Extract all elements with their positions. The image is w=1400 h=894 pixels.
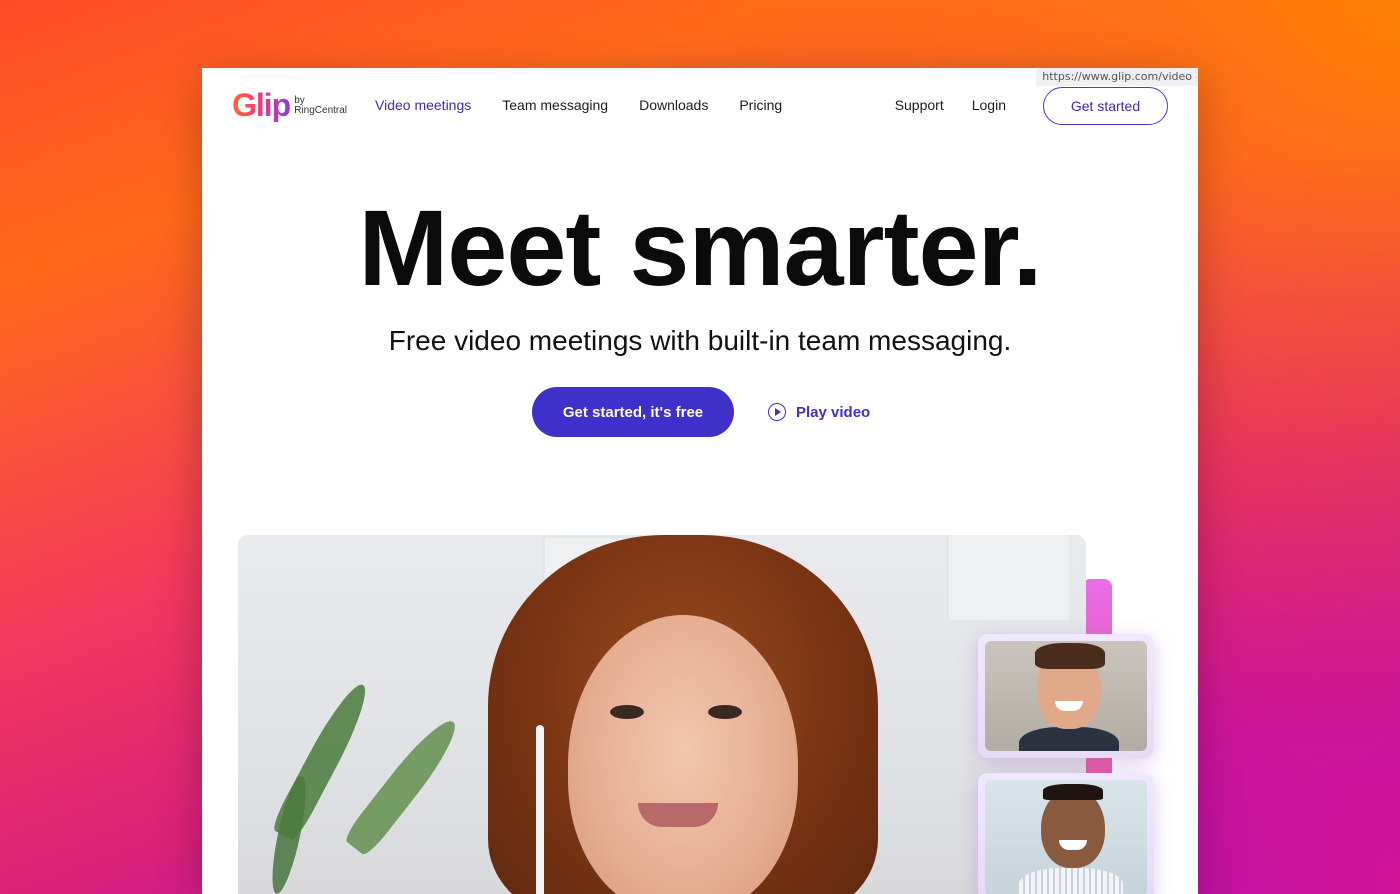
participant-head bbox=[1041, 788, 1105, 868]
hero-title: Meet smarter. bbox=[358, 187, 1042, 308]
participant-thumbnail bbox=[978, 634, 1154, 758]
play-circle-icon bbox=[768, 403, 786, 421]
nav-link-pricing[interactable]: Pricing bbox=[739, 97, 782, 113]
logo-byline: by RingCentral bbox=[294, 96, 347, 116]
nav-links: Video meetings Team messaging Downloads … bbox=[375, 97, 782, 113]
participant-eye bbox=[708, 705, 742, 719]
earbud-cable bbox=[536, 725, 544, 894]
nav-link-login[interactable]: Login bbox=[972, 97, 1006, 113]
play-video-link[interactable]: Play video bbox=[768, 403, 870, 421]
wall-frame bbox=[946, 535, 1072, 623]
participant-hair bbox=[1043, 784, 1103, 800]
nav-get-started-button[interactable]: Get started bbox=[1043, 87, 1168, 125]
participant-eye bbox=[610, 705, 644, 719]
hero-subtitle: Free video meetings with built-in team m… bbox=[388, 325, 1012, 356]
thumbnail-image bbox=[985, 641, 1147, 751]
nav-right-links: Support Login bbox=[895, 97, 1006, 113]
participant-thumbnail bbox=[978, 773, 1154, 894]
plant-leaf bbox=[342, 712, 466, 858]
nav-link-support[interactable]: Support bbox=[895, 97, 944, 113]
hero-cta-row: Get started, it's free Play video bbox=[532, 387, 870, 437]
top-nav: Glip by RingCentral Video meetings Team … bbox=[202, 68, 1198, 146]
main-video-image bbox=[238, 535, 1086, 894]
get-started-free-button[interactable]: Get started, it's free bbox=[532, 387, 734, 437]
nav-link-team-messaging[interactable]: Team messaging bbox=[502, 97, 608, 113]
browser-viewport: https://www.glip.com/video Glip by RingC… bbox=[202, 68, 1198, 894]
play-video-label: Play video bbox=[796, 403, 871, 421]
glip-logo[interactable]: Glip by RingCentral bbox=[232, 88, 347, 122]
logo-company: RingCentral bbox=[294, 105, 348, 116]
participant-shirt bbox=[1019, 727, 1119, 751]
nav-link-video-meetings[interactable]: Video meetings bbox=[375, 97, 471, 113]
participant-mouth bbox=[638, 803, 718, 827]
logo-wordmark: Glip bbox=[232, 87, 291, 123]
nav-link-downloads[interactable]: Downloads bbox=[639, 97, 708, 113]
participant-hair bbox=[1035, 643, 1105, 669]
thumbnail-image bbox=[985, 780, 1147, 894]
participant-shirt bbox=[1019, 868, 1123, 894]
